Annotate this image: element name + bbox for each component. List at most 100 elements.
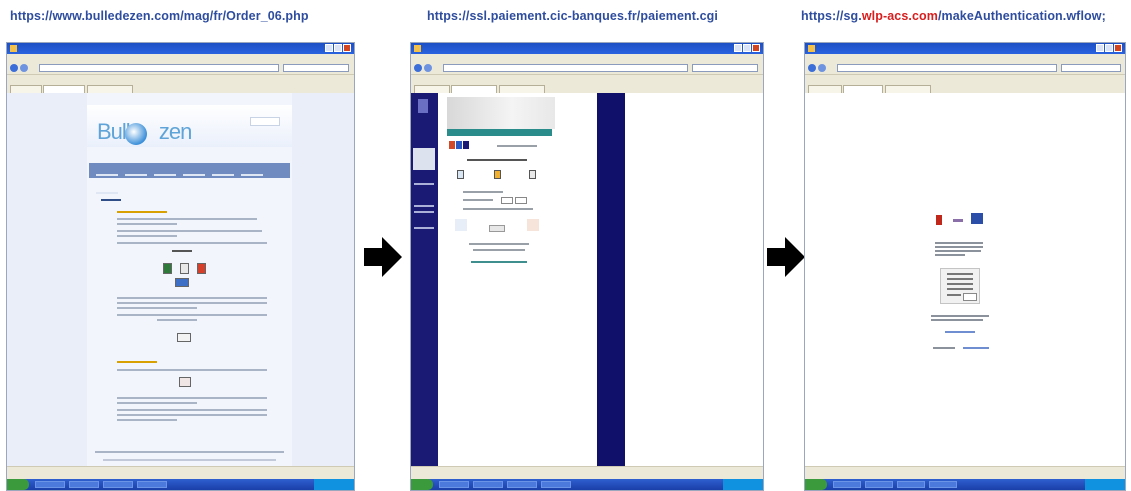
forward-icon[interactable] bbox=[20, 64, 28, 72]
links-bar bbox=[805, 75, 1125, 83]
taskbar-item[interactable] bbox=[929, 481, 957, 488]
text-line bbox=[117, 307, 197, 309]
close-icon[interactable] bbox=[752, 44, 760, 52]
search-input[interactable] bbox=[283, 64, 349, 72]
url-caption-highlight: wlp-acs.com bbox=[861, 9, 938, 23]
transaction-summary bbox=[940, 268, 980, 304]
security-link[interactable] bbox=[497, 145, 537, 147]
system-tray bbox=[723, 479, 763, 490]
card-icon[interactable] bbox=[197, 263, 206, 274]
windows-taskbar bbox=[7, 479, 354, 490]
tab[interactable] bbox=[808, 85, 842, 93]
start-button[interactable] bbox=[7, 479, 29, 490]
maximize-icon[interactable] bbox=[743, 44, 751, 52]
taskbar-item[interactable] bbox=[507, 481, 537, 488]
minimize-icon[interactable] bbox=[734, 44, 742, 52]
info-text bbox=[931, 315, 989, 317]
minimize-icon[interactable] bbox=[1096, 44, 1104, 52]
bank-banner bbox=[447, 97, 555, 129]
back-icon[interactable] bbox=[808, 64, 816, 72]
taskbar-item[interactable] bbox=[69, 481, 99, 488]
address-bar[interactable] bbox=[443, 64, 688, 72]
tab-active[interactable] bbox=[843, 85, 883, 93]
taskbar-item[interactable] bbox=[137, 481, 167, 488]
header-box bbox=[250, 117, 280, 126]
back-icon[interactable] bbox=[10, 64, 18, 72]
validate-button[interactable] bbox=[489, 225, 505, 232]
merchant-footer-links[interactable] bbox=[103, 459, 276, 461]
menu-bar bbox=[7, 54, 354, 62]
bank-name bbox=[953, 219, 963, 222]
status-bar bbox=[7, 466, 354, 479]
card-icon[interactable] bbox=[529, 170, 536, 179]
card-icon[interactable] bbox=[180, 263, 189, 274]
text-line bbox=[117, 402, 197, 404]
taskbar-item[interactable] bbox=[473, 481, 503, 488]
merchant-nav-menu[interactable] bbox=[89, 163, 290, 194]
card-icon[interactable] bbox=[494, 170, 501, 179]
tab-active[interactable] bbox=[43, 85, 85, 93]
taskbar-item[interactable] bbox=[439, 481, 469, 488]
back-icon[interactable] bbox=[414, 64, 422, 72]
sidebar-link[interactable] bbox=[414, 183, 434, 185]
maximize-icon[interactable] bbox=[1105, 44, 1113, 52]
url-caption-text: https://www.bulledezen.com/mag/fr/Order_… bbox=[10, 9, 309, 23]
taskbar-item[interactable] bbox=[35, 481, 65, 488]
address-bar[interactable] bbox=[39, 64, 279, 72]
address-bar[interactable] bbox=[837, 64, 1057, 72]
browser-screenshot-merchant: Bulle zen bbox=[6, 42, 355, 491]
card-icon[interactable] bbox=[163, 263, 172, 274]
info-text bbox=[935, 246, 983, 248]
help-link[interactable] bbox=[945, 331, 975, 333]
links-bar bbox=[411, 75, 763, 83]
verified-visa-icon bbox=[175, 278, 189, 287]
tab[interactable] bbox=[414, 85, 450, 93]
search-input[interactable] bbox=[1061, 64, 1121, 72]
forward-icon[interactable] bbox=[424, 64, 432, 72]
taskbar-item[interactable] bbox=[541, 481, 571, 488]
text-line bbox=[117, 419, 177, 421]
bank-logo-icon bbox=[936, 215, 942, 225]
taskbar-item[interactable] bbox=[865, 481, 893, 488]
tab-active[interactable] bbox=[451, 85, 497, 93]
start-button[interactable] bbox=[805, 479, 827, 490]
start-button[interactable] bbox=[411, 479, 433, 490]
close-icon[interactable] bbox=[343, 44, 351, 52]
windows-taskbar bbox=[411, 479, 763, 490]
sidebar-link[interactable] bbox=[414, 211, 434, 213]
text-line bbox=[117, 297, 267, 299]
expiry-month-select[interactable] bbox=[501, 197, 513, 204]
taskbar-item[interactable] bbox=[897, 481, 925, 488]
cancel-link[interactable] bbox=[963, 347, 989, 349]
text-line bbox=[117, 414, 267, 416]
merchant-footer bbox=[95, 451, 284, 453]
text-line bbox=[157, 319, 197, 321]
paypal-icon[interactable] bbox=[177, 333, 191, 342]
taskbar-item[interactable] bbox=[833, 481, 861, 488]
sidebar-link[interactable] bbox=[414, 227, 434, 229]
search-input[interactable] bbox=[692, 64, 758, 72]
text-line bbox=[117, 230, 262, 232]
forward-icon[interactable] bbox=[818, 64, 826, 72]
tab[interactable] bbox=[499, 85, 545, 93]
text-line bbox=[117, 223, 177, 225]
expiry-year-select[interactable] bbox=[515, 197, 527, 204]
back-link[interactable] bbox=[471, 261, 527, 263]
minimize-icon[interactable] bbox=[325, 44, 333, 52]
password-input[interactable] bbox=[963, 293, 977, 301]
card-icon[interactable] bbox=[457, 170, 464, 179]
tab[interactable] bbox=[885, 85, 931, 93]
card-icon bbox=[463, 141, 469, 149]
bank-right-panel bbox=[597, 93, 625, 467]
maximize-icon[interactable] bbox=[334, 44, 342, 52]
taskbar-item[interactable] bbox=[103, 481, 133, 488]
tab[interactable] bbox=[87, 85, 133, 93]
tab[interactable] bbox=[10, 85, 42, 93]
status-bar bbox=[411, 466, 763, 479]
info-text bbox=[935, 250, 981, 252]
url-caption-text: https://sg. bbox=[801, 9, 862, 23]
field-label bbox=[463, 191, 503, 193]
browser-screenshot-acs bbox=[804, 42, 1126, 491]
close-icon[interactable] bbox=[1114, 44, 1122, 52]
sidebar-link[interactable] bbox=[414, 205, 434, 207]
